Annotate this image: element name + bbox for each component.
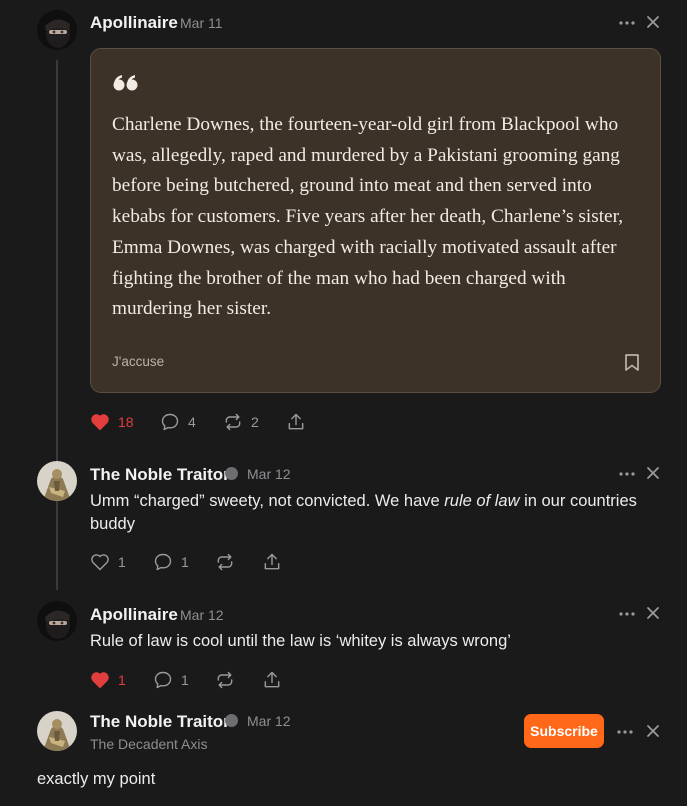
more-horizontal-icon[interactable] bbox=[617, 14, 637, 32]
share-icon bbox=[288, 413, 304, 430]
reply-count: 1 bbox=[181, 554, 189, 570]
share-icon bbox=[264, 553, 280, 570]
comment-text-part: Umm “charged” sweety, not convicted. We … bbox=[90, 492, 445, 510]
subscriber-badge-icon bbox=[225, 467, 238, 480]
publication-name[interactable]: The Decadent Axis bbox=[90, 736, 208, 752]
comment-date[interactable]: Mar 12 bbox=[247, 466, 291, 482]
like-button[interactable]: 18 bbox=[90, 411, 134, 433]
like-button[interactable]: 1 bbox=[90, 669, 126, 691]
close-icon[interactable] bbox=[643, 722, 663, 740]
comment-author[interactable]: Apollinaire bbox=[90, 605, 178, 625]
more-horizontal-icon[interactable] bbox=[617, 465, 637, 483]
heart-icon bbox=[91, 554, 109, 571]
more-horizontal-icon[interactable] bbox=[617, 605, 637, 623]
share-button[interactable] bbox=[262, 551, 282, 573]
avatar[interactable] bbox=[37, 601, 77, 641]
restack-count: 2 bbox=[251, 414, 259, 430]
avatar[interactable] bbox=[37, 711, 77, 751]
restack-icon bbox=[225, 413, 241, 431]
comment-text: exactly my point bbox=[37, 770, 156, 788]
like-count: 1 bbox=[118, 672, 126, 688]
quote-mark-icon bbox=[112, 74, 140, 97]
comment-date[interactable]: Mar 11 bbox=[180, 15, 223, 31]
avatar[interactable] bbox=[37, 461, 77, 501]
restack-button[interactable] bbox=[215, 551, 235, 573]
more-horizontal-icon[interactable] bbox=[615, 723, 635, 741]
comment-icon bbox=[161, 413, 179, 431]
restack-icon bbox=[217, 553, 233, 571]
comment-date[interactable]: Mar 12 bbox=[247, 713, 291, 729]
comment-date[interactable]: Mar 12 bbox=[180, 607, 224, 623]
quote-text: Charlene Downes, the fourteen-year-old g… bbox=[112, 114, 624, 320]
close-icon[interactable] bbox=[643, 13, 663, 31]
comment-icon bbox=[154, 671, 172, 689]
restack-icon bbox=[217, 671, 233, 689]
like-count: 1 bbox=[118, 554, 126, 570]
comment-author[interactable]: The Noble Traitor bbox=[90, 712, 230, 732]
like-button[interactable]: 1 bbox=[90, 551, 126, 573]
share-button[interactable] bbox=[286, 411, 306, 433]
close-icon[interactable] bbox=[643, 464, 663, 482]
share-icon bbox=[264, 671, 280, 688]
reply-button[interactable]: 1 bbox=[153, 551, 189, 573]
comment-author[interactable]: Apollinaire bbox=[90, 13, 178, 33]
avatar[interactable] bbox=[37, 10, 77, 50]
reply-button[interactable]: 4 bbox=[160, 411, 196, 433]
bookmark-icon[interactable] bbox=[624, 353, 640, 377]
thread-line bbox=[56, 60, 58, 590]
heart-icon bbox=[91, 672, 109, 689]
comment-icon bbox=[154, 553, 172, 571]
subscriber-badge-icon bbox=[225, 714, 238, 727]
like-count: 18 bbox=[118, 414, 134, 430]
restack-button[interactable] bbox=[215, 669, 235, 691]
comment-text-emphasis: rule of law bbox=[444, 492, 520, 510]
restack-quote-card[interactable]: Charlene Downes, the fourteen-year-old g… bbox=[90, 48, 661, 393]
reply-count: 4 bbox=[188, 414, 196, 430]
reply-button[interactable]: 1 bbox=[153, 669, 189, 691]
comment-text: Rule of law is cool until the law is ‘wh… bbox=[90, 632, 511, 650]
subscribe-button[interactable]: Subscribe bbox=[524, 714, 604, 748]
close-icon[interactable] bbox=[643, 604, 663, 622]
heart-icon bbox=[91, 414, 109, 431]
share-button[interactable] bbox=[262, 669, 282, 691]
reply-count: 1 bbox=[181, 672, 189, 688]
comment-author[interactable]: The Noble Traitor bbox=[90, 465, 230, 485]
comment-text: Umm “charged” sweety, not convicted. We … bbox=[90, 490, 660, 536]
quote-source[interactable]: J'accuse bbox=[112, 354, 164, 369]
restack-button[interactable]: 2 bbox=[223, 411, 259, 433]
